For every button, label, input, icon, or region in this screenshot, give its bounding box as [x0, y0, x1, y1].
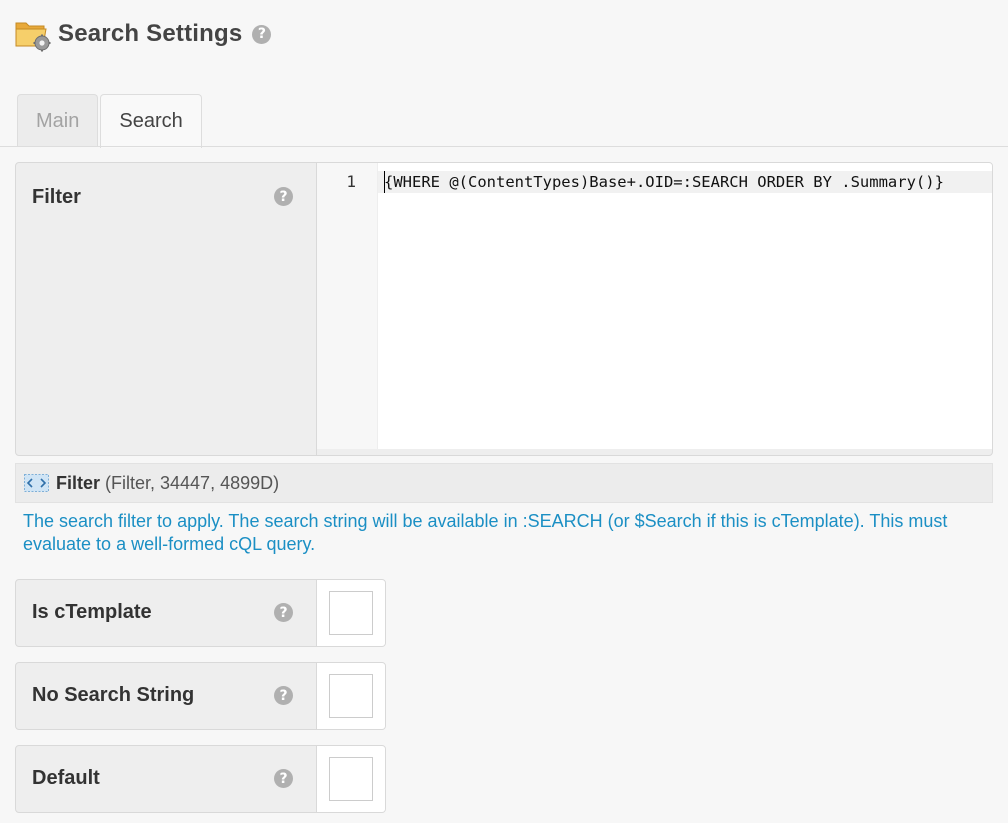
help-icon[interactable]: ? — [252, 24, 272, 44]
default-cell — [317, 746, 385, 812]
info-field-name: Filter — [56, 472, 101, 493]
default-help-icon[interactable]: ? — [274, 769, 293, 788]
default-row: Default ? — [15, 745, 386, 813]
is-ctemplate-help-icon[interactable]: ? — [274, 603, 293, 622]
is-ctemplate-row: Is cTemplate ? — [15, 579, 386, 647]
line-number-gutter: 1 — [317, 163, 378, 449]
filter-help-icon[interactable]: ? — [274, 187, 293, 206]
default-checkbox[interactable] — [329, 757, 373, 801]
line-number: 1 — [346, 172, 356, 191]
field-description: The search filter to apply. The search s… — [23, 511, 948, 554]
is-ctemplate-label-cell: Is cTemplate ? — [16, 580, 317, 646]
is-ctemplate-label: Is cTemplate — [32, 601, 152, 623]
filter-code-editor[interactable]: 1 {WHERE @(ContentTypes)Base+.OID=:SEARC… — [317, 163, 992, 449]
code-line[interactable]: {WHERE @(ContentTypes)Base+.OID=:SEARCH … — [378, 171, 992, 193]
no-search-string-label: No Search String — [32, 684, 195, 706]
page-header: Search Settings ? — [14, 16, 272, 52]
code-area[interactable]: {WHERE @(ContentTypes)Base+.OID=:SEARCH … — [378, 163, 992, 449]
no-search-string-checkbox[interactable] — [329, 674, 373, 718]
code-brackets-icon — [24, 474, 49, 492]
folder-settings-icon — [14, 16, 52, 52]
default-label: Default — [32, 767, 100, 789]
filter-field-row: Filter ? 1 {WHERE @(ContentTypes)Base+.O… — [15, 162, 993, 456]
tab-bar: Main Search — [17, 94, 204, 148]
is-ctemplate-cell — [317, 580, 385, 646]
field-info-bar: Filter (Filter, 34447, 4899D) — [15, 463, 993, 503]
no-search-string-help-icon[interactable]: ? — [274, 686, 293, 705]
tab-main[interactable]: Main — [17, 94, 99, 147]
filter-label: Filter — [32, 186, 81, 208]
filter-label-cell: Filter ? — [16, 163, 317, 455]
no-search-string-cell — [317, 663, 385, 729]
tab-search[interactable]: Search — [100, 94, 202, 148]
default-label-cell: Default ? — [16, 746, 317, 812]
no-search-string-row: No Search String ? — [15, 662, 386, 730]
text-cursor — [384, 171, 385, 193]
is-ctemplate-checkbox[interactable] — [329, 591, 373, 635]
page-title: Search Settings — [58, 20, 243, 47]
info-field-meta: (Filter, 34447, 4899D) — [105, 472, 280, 493]
no-search-string-label-cell: No Search String ? — [16, 663, 317, 729]
tab-divider — [0, 146, 1008, 147]
